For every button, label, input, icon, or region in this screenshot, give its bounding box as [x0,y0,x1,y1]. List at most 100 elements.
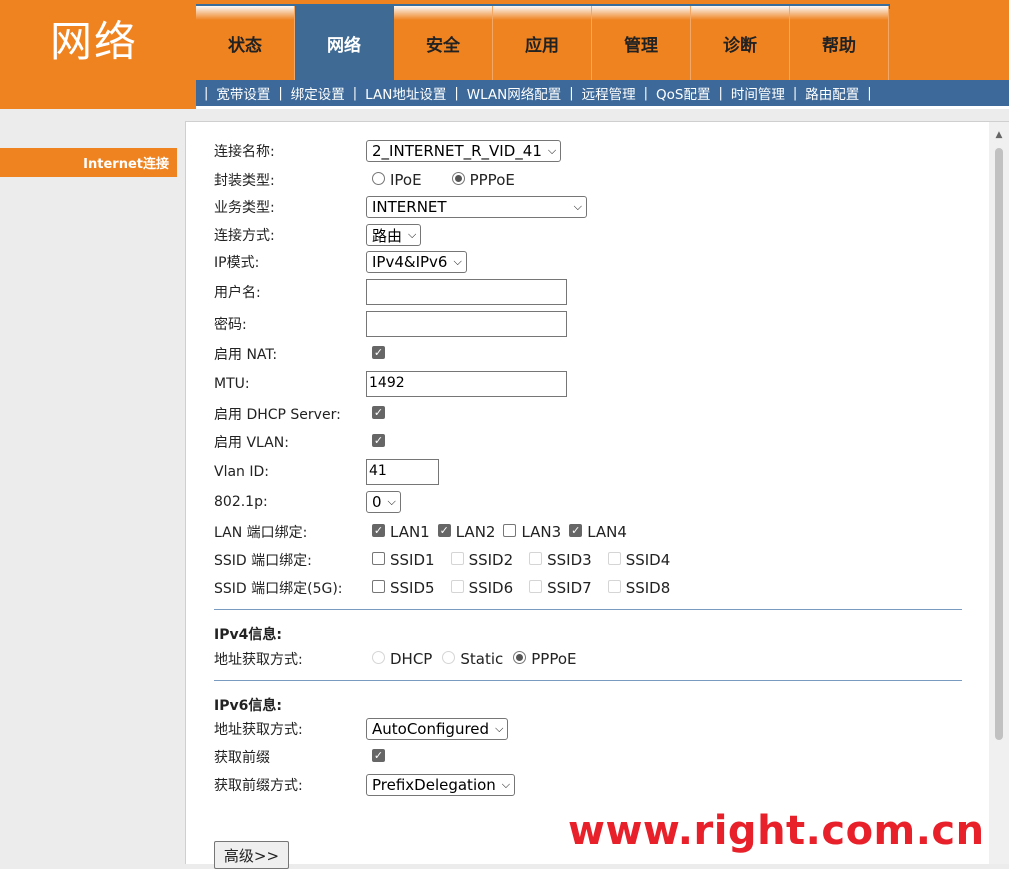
ssid5-option[interactable]: SSID5 [372,579,435,597]
mtu-input[interactable]: 1492 [366,371,567,397]
conn-name-select[interactable]: 2_INTERNET_R_VID_41 ⌵ [366,140,562,162]
subnav-qos[interactable]: QoS配置 [650,83,716,103]
scrollbar-thumb[interactable] [995,148,1003,740]
vlan-checkbox[interactable]: ✓ [372,433,385,447]
lan2-option[interactable]: ✓ LAN2 [437,523,496,541]
lan-bind-label: LAN 端口绑定: [214,525,308,541]
ssid1-checkbox[interactable] [372,551,385,565]
encap-ipoe-option[interactable]: IPoE [372,171,422,189]
encap-pppoe-radio[interactable] [451,171,465,185]
password-label: 密码: [214,317,247,333]
advanced-button[interactable]: 高级>> [214,841,289,869]
ssid5-checkbox[interactable] [372,579,385,593]
subnav-separator: | [454,85,459,101]
section-divider [214,609,962,610]
tab-management[interactable]: 管理 [592,6,691,80]
ipv6-addr-value: AutoConfigured [372,720,490,738]
password-input[interactable] [366,311,567,337]
conn-mode-label: 连接方式: [214,228,275,244]
lan3-text: LAN3 [521,523,562,541]
lan2-checkbox[interactable]: ✓ [437,523,451,537]
nat-checkbox[interactable]: ✓ [372,345,385,359]
encap-pppoe-option[interactable]: PPPoE [451,171,515,189]
ssid4-checkbox [607,551,621,565]
ipv4-section-title: IPv4信息: [214,627,282,643]
header-brand-area: 网络 [0,0,196,109]
ipv6-addr-select[interactable]: AutoConfigured ⌵ [366,718,509,740]
sidebar-item-internet-connection[interactable]: Internet连接 [0,148,177,177]
ipv6-prefix-checkbox[interactable]: ✓ [372,748,385,762]
ip-mode-value: IPv4&IPv6 [372,253,448,271]
chevron-down-icon: ⌵ [387,495,396,508]
ipv4-pppoe-radio[interactable] [513,650,527,664]
tab-network[interactable]: 网络 [295,6,394,80]
subnav-wlan[interactable]: WLAN网络配置 [461,83,568,103]
ipv6-section-title: IPv6信息: [214,698,282,714]
lan3-checkbox[interactable] [503,523,517,537]
ssid4-text: SSID4 [625,551,671,569]
encap-ipoe-text: IPoE [390,171,422,189]
dot1p-select[interactable]: 0 ⌵ [366,491,401,513]
chevron-down-icon: ⌵ [547,144,557,157]
lan2-text: LAN2 [455,523,496,541]
main-nav-tabs: 状态 网络 安全 应用 管理 诊断 帮助 [196,6,889,80]
mtu-label: MTU: [214,376,250,392]
tab-help[interactable]: 帮助 [790,6,889,80]
lan1-option[interactable]: ✓ LAN1 [372,523,430,541]
redaction-blur [526,405,676,445]
section-divider [214,680,962,681]
subnav-broadband[interactable]: 宽带设置 [210,83,276,103]
tab-security[interactable]: 安全 [394,6,493,80]
subnav-routing[interactable]: 路由配置 [799,83,865,103]
ipv4-static-radio [442,650,456,664]
tab-status[interactable]: 状态 [196,6,295,80]
ip-mode-select[interactable]: IPv4&IPv6 ⌵ [366,251,467,273]
subnav-remote-management[interactable]: 远程管理 [576,83,642,103]
lan1-text: LAN1 [390,523,430,541]
ssid8-checkbox [607,579,621,593]
chevron-down-icon: ⌵ [501,778,511,791]
encap-ipoe-radio[interactable] [372,171,385,185]
ipv4-dhcp-radio [372,650,385,664]
conn-mode-value: 路由 [372,226,403,245]
ssid8-option: SSID8 [607,579,671,597]
ssid8-text: SSID8 [625,579,671,597]
scroll-up-arrow-icon[interactable]: ▲ [989,128,1009,142]
ssid3-checkbox [529,551,543,565]
ssid2-text: SSID2 [468,551,514,569]
lan3-option[interactable]: LAN3 [503,523,561,541]
ipv6-prefix-mode-select[interactable]: PrefixDelegation ⌵ [366,774,516,796]
username-label: 用户名: [214,285,261,301]
ssid4-option: SSID4 [607,551,671,569]
conn-name-label: 连接名称: [214,144,275,160]
ipv4-pppoe-text: PPPoE [531,650,577,668]
username-input[interactable] [366,279,567,305]
ssid7-option: SSID7 [529,579,592,597]
lan4-checkbox[interactable]: ✓ [569,523,583,537]
ssid6-option: SSID6 [450,579,513,597]
ssid2-option: SSID2 [450,551,514,569]
encap-label: 封装类型: [214,173,275,189]
conn-mode-select[interactable]: 路由 ⌵ [366,224,422,246]
ssid7-text: SSID7 [547,579,592,597]
service-select[interactable]: INTERNET ⌵ [366,196,587,218]
subnav-lan-address[interactable]: LAN地址设置 [359,83,452,103]
chevron-down-icon: ⌵ [495,722,504,735]
header-divider [196,106,1009,109]
tab-application[interactable]: 应用 [493,6,592,80]
subnav-binding[interactable]: 绑定设置 [285,83,351,103]
dhcp-server-checkbox[interactable]: ✓ [372,405,385,419]
service-label: 业务类型: [214,200,275,216]
vertical-scrollbar[interactable]: ▲ [989,122,1009,864]
tab-diagnosis[interactable]: 诊断 [691,6,790,80]
ipv6-prefix-mode-label: 获取前缀方式: [214,778,303,794]
nat-label: 启用 NAT: [214,347,278,363]
ipv4-pppoe-option[interactable]: PPPoE [513,650,577,668]
lan4-option[interactable]: ✓ LAN4 [569,523,627,541]
vlan-id-input[interactable]: 41 [366,459,439,485]
lan1-checkbox[interactable]: ✓ [372,523,385,537]
ipv4-addr-label: 地址获取方式: [214,652,303,668]
subnav-time[interactable]: 时间管理 [725,83,791,103]
conn-name-value: 2_INTERNET_R_VID_41 [372,142,542,160]
ssid1-option[interactable]: SSID1 [372,551,435,569]
